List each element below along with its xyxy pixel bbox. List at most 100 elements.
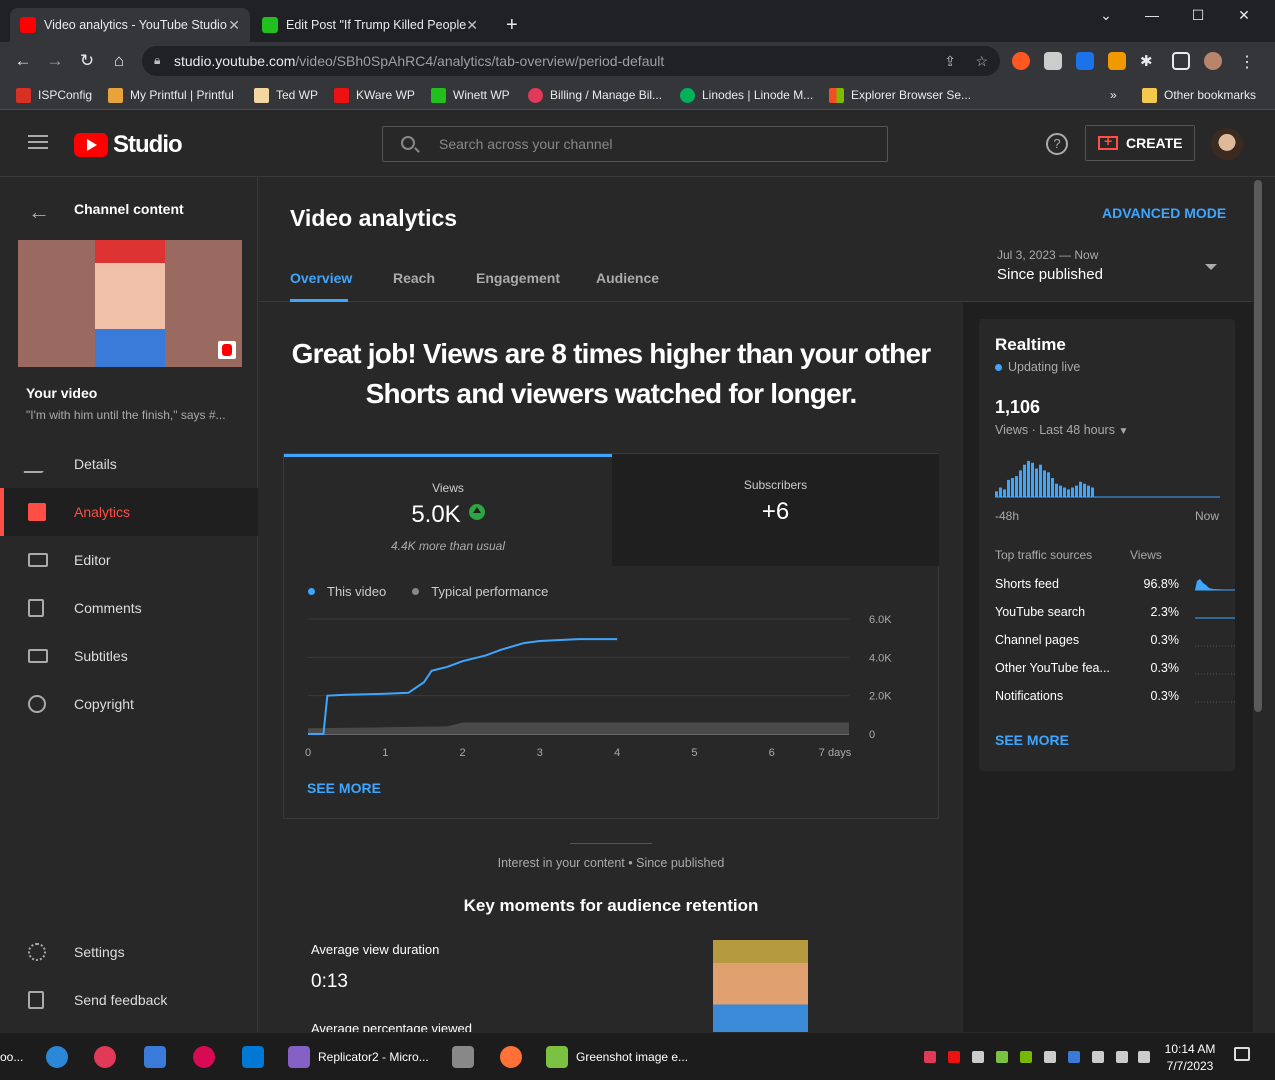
extension-icon[interactable]	[1076, 52, 1094, 70]
account-avatar[interactable]	[1211, 128, 1243, 160]
bookmark-item[interactable]: Winett WP	[431, 86, 510, 104]
video-thumbnail[interactable]	[18, 240, 242, 367]
back-arrow-icon[interactable]: ←	[12, 50, 34, 72]
sidebar-item-subtitles[interactable]: Subtitles	[0, 632, 258, 680]
taskbar-app[interactable]	[452, 1045, 482, 1069]
sidebar-item-label: Copyright	[74, 696, 134, 712]
tab-engagement[interactable]: Engagement	[476, 270, 560, 286]
taskbar-app[interactable]	[500, 1045, 530, 1069]
sidebar-item-send-feedback[interactable]: Send feedback	[0, 976, 258, 1024]
sidebar-item-analytics[interactable]: Analytics	[0, 488, 258, 536]
profile-avatar[interactable]	[1204, 52, 1222, 70]
taskbar-app-visual-studio[interactable]: Replicator2 - Micro...	[288, 1045, 429, 1069]
security-icon[interactable]	[1092, 1051, 1104, 1063]
sidebar-item-editor[interactable]: Editor	[0, 536, 258, 584]
see-more-link[interactable]: SEE MORE	[307, 780, 381, 796]
key-moment-thumbnail[interactable]	[713, 940, 808, 1032]
reload-icon[interactable]: ↻	[76, 50, 98, 72]
sidebar-item-details[interactable]: Details	[0, 440, 258, 488]
sidebar-item-copyright[interactable]: Copyright	[0, 680, 258, 728]
network-icon[interactable]	[1116, 1051, 1128, 1063]
tray-icon[interactable]	[996, 1051, 1008, 1063]
window-close-button[interactable]: ✕	[1221, 0, 1267, 30]
realtime-count-label[interactable]: Views · Last 48 hours ▼	[995, 423, 1128, 437]
bluetooth-icon[interactable]	[1068, 1051, 1080, 1063]
taskbar-app[interactable]	[193, 1045, 223, 1069]
back-arrow-icon[interactable]: ←	[28, 199, 50, 225]
puzzle-icon[interactable]: ✱	[1140, 52, 1158, 70]
url-host: studio.youtube.com	[174, 53, 296, 69]
metric-tab-subscribers[interactable]: Subscribers +6	[612, 454, 939, 566]
rss-icon[interactable]	[1108, 52, 1126, 70]
chevron-down-icon[interactable]	[1205, 264, 1217, 270]
scrollbar[interactable]	[1254, 180, 1262, 712]
tab-youtube-studio[interactable]: Video analytics - YouTube Studio ✕	[10, 8, 250, 42]
traffic-source-row: Other YouTube fea... 0.3%	[995, 661, 1235, 689]
bookmark-item[interactable]: Explorer Browser Se...	[829, 86, 971, 104]
volume-icon[interactable]	[1138, 1051, 1150, 1063]
close-icon[interactable]: ✕	[466, 17, 478, 34]
url-field[interactable]: 🔒︎ studio.youtube.com/video/SBh0SpAhRC4/…	[142, 46, 1000, 76]
x-tick-label: 7 days	[819, 747, 852, 759]
sidebar-item-settings[interactable]: Settings	[0, 928, 258, 976]
bookmark-item[interactable]: KWare WP	[334, 86, 415, 104]
close-icon[interactable]: ✕	[228, 17, 240, 34]
interest-caption: Interest in your content • Since publish…	[497, 856, 725, 870]
nvidia-icon[interactable]	[1020, 1051, 1032, 1063]
tab-overview[interactable]: Overview	[290, 270, 352, 302]
sidebar-item-label: Send feedback	[74, 992, 168, 1008]
other-bookmarks[interactable]: Other bookmarks	[1142, 86, 1256, 104]
bookmark-item[interactable]: My Printful | Printful	[108, 86, 234, 104]
tab-search-icon[interactable]: ⌄	[1083, 0, 1129, 30]
minimize-button[interactable]: —	[1129, 0, 1175, 30]
realtime-status: Updating live	[995, 360, 1080, 374]
bookmarks-overflow[interactable]: »	[1110, 86, 1117, 104]
channel-content-link[interactable]: Channel content	[74, 201, 184, 217]
star-icon[interactable]: ☆	[975, 53, 988, 70]
taskbar-app-greenshot[interactable]: Greenshot image e...	[546, 1045, 688, 1069]
help-icon[interactable]: ?	[1046, 133, 1068, 155]
tray-icon[interactable]	[1044, 1051, 1056, 1063]
bookmark-item[interactable]: Ted WP	[254, 86, 318, 104]
duckduckgo-icon[interactable]	[1012, 52, 1030, 70]
see-more-link[interactable]: SEE MORE	[995, 732, 1069, 748]
tab-reach[interactable]: Reach	[393, 270, 435, 286]
taskbar-app[interactable]	[144, 1045, 174, 1069]
menu-dots-icon[interactable]: ⋮	[1238, 52, 1256, 71]
metric-tab-views[interactable]: Views 5.0K 4.4K more than usual	[284, 454, 612, 566]
share-icon[interactable]: ⇪	[944, 53, 956, 70]
tray-icon[interactable]	[972, 1051, 984, 1063]
new-tab-button[interactable]: +	[496, 8, 526, 42]
create-button[interactable]: CREATE	[1085, 125, 1195, 161]
sidepanel-icon[interactable]	[1172, 52, 1190, 70]
studio-logo[interactable]: Studio	[74, 131, 183, 159]
chart-legend: This video Typical performance	[308, 584, 548, 599]
tray-icon[interactable]	[948, 1051, 960, 1063]
forward-arrow-icon[interactable]: →	[44, 50, 66, 72]
taskbar-app[interactable]	[242, 1045, 272, 1069]
advanced-mode-button[interactable]: ADVANCED MODE	[1102, 205, 1226, 221]
traffic-source-pct: 0.3%	[1150, 689, 1180, 703]
tab-audience[interactable]: Audience	[596, 270, 659, 286]
search-input[interactable]: Search across your channel	[382, 126, 888, 162]
taskbar-app[interactable]	[46, 1045, 76, 1069]
extension-icon[interactable]	[1044, 52, 1062, 70]
tray-icon[interactable]	[924, 1051, 936, 1063]
tab-edit-post[interactable]: Edit Post "If Trump Killed People?" ✕	[252, 8, 488, 42]
home-icon[interactable]: ⌂	[108, 50, 130, 72]
period-selector[interactable]: Jul 3, 2023 — Now Since published	[997, 248, 1103, 283]
clock[interactable]: 10:14 AM 7/7/2023	[1160, 1041, 1220, 1075]
notification-icon[interactable]	[1234, 1047, 1250, 1061]
maximize-button[interactable]: ☐	[1175, 0, 1221, 30]
x-tick-label: 5	[691, 747, 697, 759]
app-icon	[46, 1046, 68, 1068]
realtime-bar	[1055, 483, 1058, 497]
bookmark-item[interactable]: ISPConfig	[16, 86, 92, 104]
taskbar-clipped-app[interactable]: oo...	[0, 1045, 23, 1069]
bookmark-item[interactable]: Billing / Manage Bil...	[528, 86, 662, 104]
logo-text: Studio	[113, 131, 183, 158]
taskbar-app[interactable]	[94, 1045, 124, 1069]
bookmark-item[interactable]: Linodes | Linode M...	[680, 86, 813, 104]
hamburger-menu-icon[interactable]	[28, 135, 48, 150]
sidebar-item-comments[interactable]: Comments	[0, 584, 258, 632]
